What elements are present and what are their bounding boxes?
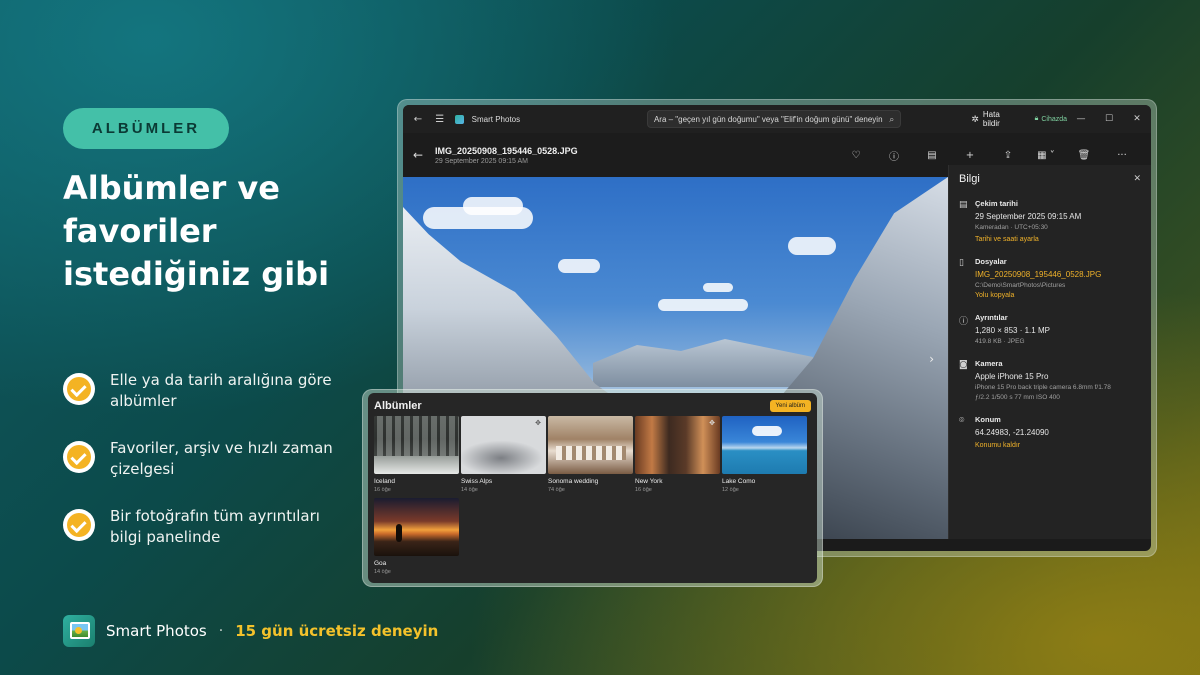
feature-list: Elle ya da tarih aralığına göre albümler… [63, 370, 363, 574]
chevron-right-icon[interactable]: › [929, 352, 934, 366]
camera-icon: ◙ [959, 360, 968, 370]
report-bug-button[interactable]: ✲ Hata bildir [971, 110, 1018, 128]
album-card[interactable]: ✥ New York 16 öğe [635, 416, 720, 493]
close-icon[interactable]: ✕ [1133, 174, 1141, 184]
album-thumbnail [722, 416, 807, 474]
file-icon: ▯ [959, 258, 964, 268]
feature-text: Favoriler, arşiv ve hızlı zaman çizelges… [110, 439, 333, 478]
slideshow-icon[interactable]: ▦ ˅ [1027, 150, 1065, 161]
app-icon [454, 114, 464, 124]
delete-icon[interactable]: 🗑︎ [1065, 150, 1103, 161]
check-icon [63, 509, 95, 541]
album-card[interactable]: ✥ Swiss Alps 14 öğe [461, 416, 546, 493]
album-card[interactable]: Goa 14 öğe [374, 498, 459, 575]
close-icon[interactable]: ✕ [1123, 114, 1151, 124]
more-icon[interactable]: ··· [1103, 150, 1141, 161]
file-date: 29 September 2025 09:15 AM [435, 157, 529, 165]
search-input[interactable]: Ara – "geçen yıl gün doğumu" veya "Elif'… [646, 110, 902, 128]
info-camera-section: ◙ Kamera Apple iPhone 15 Pro iPhone 15 P… [959, 359, 1111, 401]
check-icon [63, 441, 95, 473]
brand-separator: · [218, 623, 224, 639]
copy-path-link[interactable]: Yolu kopyala [975, 292, 1141, 299]
share-icon[interactable]: ⇪ [989, 150, 1027, 161]
pin-icon: ✥ [709, 419, 715, 427]
remove-location-link[interactable]: Konumu kaldır [975, 442, 1141, 449]
info-panel: Bilgi ✕ ▤ Çekim tarihi 29 September 2025… [948, 165, 1151, 539]
album-card[interactable]: Lake Como 12 öğe [722, 416, 807, 493]
details-icon: ⓘ [959, 317, 969, 327]
heart-icon[interactable]: ♡ [837, 150, 875, 161]
file-info: IMG_20250908_195446_0528.JPG 29 Septembe… [435, 146, 578, 165]
album-thumbnail [548, 416, 633, 474]
titlebar: ← ☰ Smart Photos Ara – "geçen yıl gün do… [403, 105, 1151, 133]
info-details-section: ⓘ Ayrıntılar 1,280 × 853 · 1.1 MP 419.8 … [959, 313, 1050, 345]
calendar-icon: ▤ [959, 200, 968, 210]
album-card[interactable]: Sonoma wedding 74 öğe [548, 416, 633, 493]
albums-title: Albümler [374, 400, 422, 412]
brand-footer: Smart Photos · 15 gün ücretsiz deneyin [63, 615, 438, 647]
search-placeholder: Ara – "geçen yıl gün doğumu" veya "Elif'… [653, 114, 883, 124]
feature-text: Elle ya da tarih aralığına göre albümler [110, 371, 332, 410]
location-icon: ⌾ [959, 416, 965, 426]
albums-panel: Albümler Yeni albüm Iceland 16 öğe ✥ Swi… [368, 393, 817, 583]
window-controls: — ☐ ✕ [1067, 114, 1151, 124]
edit-icon[interactable]: ▤ [913, 150, 951, 161]
new-album-button[interactable]: Yeni albüm [769, 400, 811, 412]
album-thumbnail [374, 498, 459, 556]
album-thumbnail: ✥ [461, 416, 546, 474]
feature-item: Elle ya da tarih aralığına göre albümler [63, 370, 363, 412]
add-icon[interactable]: + [951, 150, 989, 161]
maximize-icon[interactable]: ☐ [1095, 114, 1123, 124]
section-pill: ALBÜMLER [63, 108, 229, 149]
menu-icon[interactable]: ☰ [429, 114, 451, 125]
back-arrow-icon[interactable]: ← [407, 114, 429, 125]
info-title: Bilgi [959, 173, 980, 185]
headline-line: Albümler ve [63, 169, 280, 207]
feature-item: Bir fotoğrafın tüm ayrıntıları bilgi pan… [63, 506, 363, 548]
pin-icon: ✥ [535, 419, 541, 427]
feature-item: Favoriler, arşiv ve hızlı zaman çizelges… [63, 438, 363, 480]
adjust-date-link[interactable]: Tarihi ve saati ayarla [975, 236, 1141, 243]
trial-offer[interactable]: 15 gün ücretsiz deneyin [235, 622, 438, 640]
file-name-link[interactable]: IMG_20250908_195446_0528.JPG [975, 270, 1141, 279]
headline-line: istediğiniz gibi [63, 255, 330, 293]
on-device-status: 🔒︎ Cihazda [1034, 115, 1068, 123]
brand-name: Smart Photos [106, 622, 207, 640]
check-icon [63, 373, 95, 405]
minimize-icon[interactable]: — [1067, 114, 1095, 124]
app-logo-icon [63, 615, 95, 647]
app-title: Smart Photos [471, 114, 521, 124]
info-icon[interactable]: ⓘ [875, 148, 913, 163]
headline-line: favoriler [63, 212, 217, 250]
lock-icon: 🔒︎ [1034, 115, 1039, 122]
viewer-actions: ♡ ⓘ ▤ + ⇪ ▦ ˅ 🗑︎ ··· [837, 148, 1141, 163]
info-date-section: ▤ Çekim tarihi 29 September 2025 09:15 A… [959, 199, 1141, 243]
search-icon[interactable]: ⌕ [889, 114, 894, 125]
back-arrow-icon[interactable]: ← [413, 148, 431, 162]
info-location-section: ⌾ Konum 64.24983, -21.24090 Konumu kaldı… [959, 415, 1141, 449]
file-name: IMG_20250908_195446_0528.JPG [435, 145, 578, 156]
album-card[interactable]: Iceland 16 öğe [374, 416, 459, 493]
headline: Albümler ve favoriler istediğiniz gibi [63, 167, 363, 296]
info-files-section: ▯ Dosyalar IMG_20250908_195446_0528.JPG … [959, 257, 1141, 299]
feature-text: Bir fotoğrafın tüm ayrıntıları bilgi pan… [110, 507, 320, 546]
album-thumbnail: ✥ [635, 416, 720, 474]
bug-icon: ✲ [971, 113, 979, 124]
album-thumbnail [374, 416, 459, 474]
